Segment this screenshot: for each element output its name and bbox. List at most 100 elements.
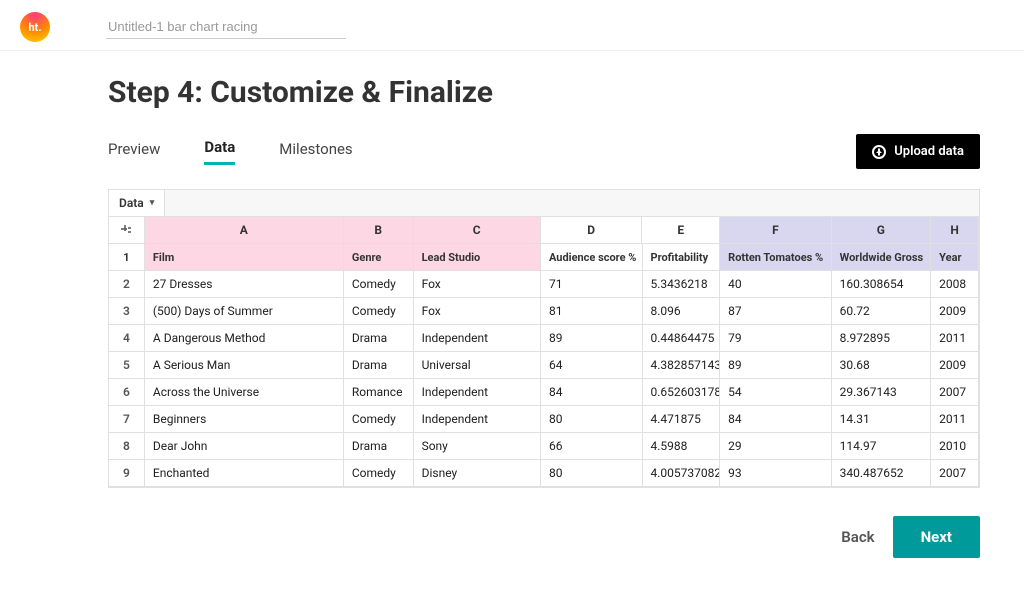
data-cell[interactable]: 80 bbox=[541, 406, 643, 432]
data-cell[interactable]: Beginners bbox=[145, 406, 344, 432]
data-cell[interactable]: 160.308654 bbox=[832, 271, 932, 297]
data-cell[interactable]: 2011 bbox=[931, 406, 979, 432]
data-cell[interactable]: 93 bbox=[720, 460, 831, 486]
data-cell[interactable]: 30.68 bbox=[832, 352, 932, 378]
data-cell[interactable]: 64 bbox=[541, 352, 643, 378]
sheet-tab-data[interactable]: Data ▾ bbox=[109, 190, 165, 216]
header-cell[interactable]: Genre bbox=[344, 244, 414, 270]
data-cell[interactable]: Romance bbox=[344, 379, 414, 405]
data-cell[interactable]: 80 bbox=[541, 460, 643, 486]
data-cell[interactable]: 2009 bbox=[931, 298, 979, 324]
data-cell[interactable]: Drama bbox=[344, 352, 414, 378]
data-cell[interactable]: 2007 bbox=[931, 460, 979, 486]
tab-preview[interactable]: Preview bbox=[108, 140, 160, 164]
data-cell[interactable]: 8.096 bbox=[643, 298, 721, 324]
row-num[interactable]: 9 bbox=[109, 460, 145, 486]
data-cell[interactable]: 54 bbox=[720, 379, 831, 405]
data-cell[interactable]: 79 bbox=[720, 325, 831, 351]
data-cell[interactable]: 66 bbox=[541, 433, 643, 459]
data-cell[interactable]: Fox bbox=[414, 298, 541, 324]
col-letter-E[interactable]: E bbox=[642, 217, 720, 243]
data-cell[interactable]: Comedy bbox=[344, 460, 414, 486]
row-num[interactable]: 2 bbox=[109, 271, 145, 297]
data-cell[interactable]: Drama bbox=[344, 433, 414, 459]
col-letter-F[interactable]: F bbox=[720, 217, 831, 243]
data-cell[interactable]: 40 bbox=[720, 271, 831, 297]
row-num[interactable]: 6 bbox=[109, 379, 145, 405]
col-letter-B[interactable]: B bbox=[344, 217, 414, 243]
data-cell[interactable]: Independent bbox=[414, 325, 541, 351]
data-cell[interactable]: 4.005737082 bbox=[643, 460, 721, 486]
header-cell[interactable]: Film bbox=[145, 244, 344, 270]
data-cell[interactable]: 81 bbox=[541, 298, 643, 324]
data-cell[interactable]: 89 bbox=[541, 325, 643, 351]
data-cell[interactable]: 60.72 bbox=[832, 298, 932, 324]
data-cell[interactable]: Comedy bbox=[344, 406, 414, 432]
data-cell[interactable]: 71 bbox=[541, 271, 643, 297]
data-cell[interactable]: 0.652603178 bbox=[643, 379, 721, 405]
row-num[interactable]: 5 bbox=[109, 352, 145, 378]
data-cell[interactable]: 4.382857143 bbox=[643, 352, 721, 378]
upload-data-button[interactable]: Upload data bbox=[856, 134, 980, 169]
row-num[interactable]: 1 bbox=[109, 244, 145, 270]
data-cell[interactable]: Independent bbox=[414, 379, 541, 405]
header-cell[interactable]: Audience score % bbox=[541, 244, 643, 270]
data-cell[interactable]: 2011 bbox=[931, 325, 979, 351]
data-cell[interactable]: Universal bbox=[414, 352, 541, 378]
data-cell[interactable]: Dear John bbox=[145, 433, 344, 459]
row-num[interactable]: 3 bbox=[109, 298, 145, 324]
row-num[interactable]: 8 bbox=[109, 433, 145, 459]
data-cell[interactable]: 29 bbox=[720, 433, 831, 459]
col-letter-C[interactable]: C bbox=[414, 217, 541, 243]
data-cell[interactable]: 2010 bbox=[931, 433, 979, 459]
data-cell[interactable]: 29.367143 bbox=[832, 379, 932, 405]
data-cell[interactable]: 114.97 bbox=[832, 433, 932, 459]
chart-title-input[interactable] bbox=[106, 15, 346, 39]
header-cell[interactable]: Worldwide Gross bbox=[832, 244, 932, 270]
data-cell[interactable]: Drama bbox=[344, 325, 414, 351]
data-cell[interactable]: 84 bbox=[720, 406, 831, 432]
data-cell[interactable]: 340.487652 bbox=[832, 460, 932, 486]
col-letter-D[interactable]: D bbox=[541, 217, 643, 243]
data-cell[interactable]: 87 bbox=[720, 298, 831, 324]
tab-data[interactable]: Data bbox=[204, 138, 235, 165]
data-cell[interactable]: Comedy bbox=[344, 298, 414, 324]
back-button[interactable]: Back bbox=[841, 528, 874, 546]
data-cell[interactable]: 8.972895 bbox=[832, 325, 932, 351]
data-cell[interactable]: A Serious Man bbox=[145, 352, 344, 378]
header-cell[interactable]: Profitability bbox=[643, 244, 721, 270]
data-cell[interactable]: 2007 bbox=[931, 379, 979, 405]
data-cell[interactable]: 14.31 bbox=[832, 406, 932, 432]
data-cell[interactable]: Enchanted bbox=[145, 460, 344, 486]
data-cell[interactable]: Comedy bbox=[344, 271, 414, 297]
header-cell[interactable]: Rotten Tomatoes % bbox=[720, 244, 831, 270]
data-cell[interactable]: 5.3436218 bbox=[643, 271, 721, 297]
corner-cell[interactable] bbox=[109, 217, 145, 243]
row-num[interactable]: 4 bbox=[109, 325, 145, 351]
col-letter-G[interactable]: G bbox=[832, 217, 932, 243]
col-letter-A[interactable]: A bbox=[145, 217, 344, 243]
data-cell[interactable]: 2009 bbox=[931, 352, 979, 378]
data-cell[interactable]: Across the Universe bbox=[145, 379, 344, 405]
header-cell[interactable]: Year bbox=[931, 244, 979, 270]
data-grid[interactable]: ABCDEFGH 1FilmGenreLead StudioAudience sc… bbox=[109, 217, 979, 487]
data-cell[interactable]: 84 bbox=[541, 379, 643, 405]
col-letter-H[interactable]: H bbox=[931, 217, 979, 243]
data-cell[interactable]: (500) Days of Summer bbox=[145, 298, 344, 324]
data-cell[interactable]: Independent bbox=[414, 406, 541, 432]
data-cell[interactable]: 27 Dresses bbox=[145, 271, 344, 297]
data-cell[interactable]: A Dangerous Method bbox=[145, 325, 344, 351]
data-cell[interactable]: Disney bbox=[414, 460, 541, 486]
main-content: Step 4: Customize & Finalize Preview Dat… bbox=[0, 51, 1024, 488]
data-cell[interactable]: 0.44864475 bbox=[643, 325, 721, 351]
data-cell[interactable]: 2008 bbox=[931, 271, 979, 297]
header-cell[interactable]: Lead Studio bbox=[414, 244, 541, 270]
data-cell[interactable]: 4.5988 bbox=[643, 433, 721, 459]
data-cell[interactable]: 4.471875 bbox=[643, 406, 721, 432]
next-button[interactable]: Next bbox=[893, 516, 980, 558]
data-cell[interactable]: 89 bbox=[720, 352, 831, 378]
data-cell[interactable]: Fox bbox=[414, 271, 541, 297]
tab-milestones[interactable]: Milestones bbox=[279, 140, 352, 164]
data-cell[interactable]: Sony bbox=[414, 433, 541, 459]
row-num[interactable]: 7 bbox=[109, 406, 145, 432]
